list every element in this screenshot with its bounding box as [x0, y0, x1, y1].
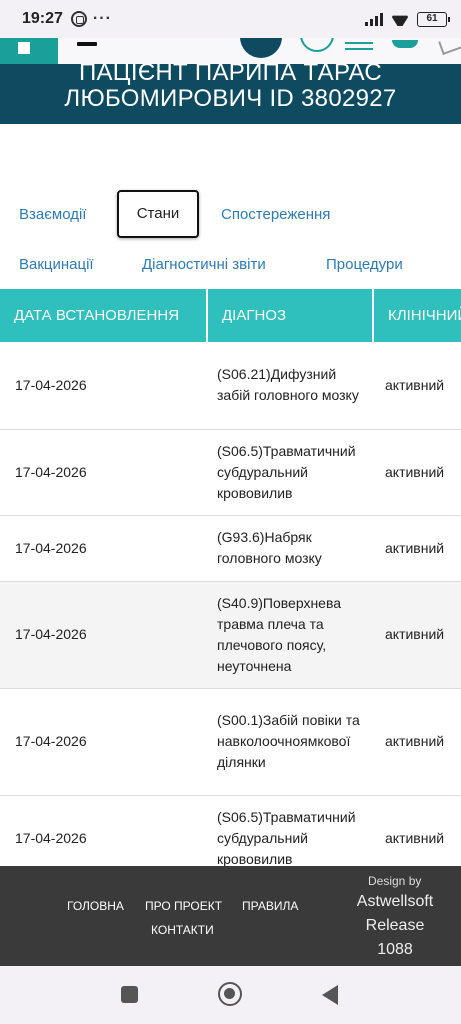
cell-status: активний [373, 795, 461, 866]
status-bar: 19:27 ··· 61 [0, 0, 461, 38]
cell-status: активний [373, 581, 461, 689]
home-icon[interactable] [218, 982, 242, 1006]
footer-link-home[interactable]: ГОЛОВНА [67, 899, 124, 913]
design-by-label: Design by [368, 874, 422, 888]
site-footer: ГОЛОВНА ПРО ПРОЕКТ ПРАВИЛА КОНТАКТИ Desi… [0, 866, 461, 966]
menu-icon[interactable] [77, 42, 97, 46]
tab-observations[interactable]: Спостереження [221, 206, 330, 223]
column-header-clinical-status[interactable]: КЛІНІЧНИЙ [373, 289, 461, 342]
cell-diagnosis: (S06.5)Травматичний субдуральний кровови… [207, 429, 373, 516]
signal-icon [365, 12, 383, 26]
patient-title-line2: ЛЮБОМИРОВИЧ ID 3802927 [64, 85, 397, 112]
patient-title: ПАЦІЄНТ ПАРИПА ТАРАС ЛЮБОМИРОВИЧ ID 3802… [0, 64, 461, 112]
conditions-table: ДАТА ВСТАНОВЛЕННЯ ДІАГНОЗ КЛІНІЧНИЙ 17-0… [0, 289, 461, 866]
more-notifications-icon: ··· [92, 10, 112, 27]
battery-icon: 61 [417, 11, 450, 27]
cell-diagnosis: (S40.9)Поверхнева травма плеча та плечов… [207, 581, 373, 689]
cell-diagnosis: (G93.6)Набряк головного мозку [207, 515, 373, 582]
cell-date: 17-04-2026 [0, 688, 207, 796]
pen-icon[interactable] [438, 38, 461, 55]
medical-cross-logo-icon[interactable] [0, 38, 58, 64]
cell-status: активний [373, 342, 461, 430]
cell-diagnosis: (S06.5)Травматичний субдуральний кровови… [207, 795, 373, 866]
tab-procedures[interactable]: Процедури [326, 256, 403, 273]
table-header-row: ДАТА ВСТАНОВЛЕННЯ ДІАГНОЗ КЛІНІЧНИЙ [0, 289, 461, 342]
table-row[interactable]: 17-04-2026 (S06.21)Дифузний забій головн… [0, 342, 461, 430]
bed-icon[interactable] [345, 42, 373, 50]
footer-link-rules[interactable]: ПРАВИЛА [242, 899, 298, 913]
cell-date: 17-04-2026 [0, 581, 207, 689]
table-row[interactable]: 17-04-2026 (G93.6)Набряк головного мозку… [0, 515, 461, 582]
user-account-icon[interactable] [240, 38, 282, 58]
clock-icon[interactable] [300, 38, 334, 52]
cell-status: активний [373, 429, 461, 516]
viber-icon [70, 11, 87, 27]
cell-date: 17-04-2026 [0, 515, 207, 582]
release-number: 1088 [377, 941, 413, 958]
tab-diagnostic-reports[interactable]: Діагностичні звіти [142, 256, 266, 273]
table-row[interactable]: 17-04-2026 (S06.5)Травматичний субдураль… [0, 795, 461, 866]
top-navigation [0, 38, 461, 64]
patient-banner: ПАЦІЄНТ ПАРИПА ТАРАС ЛЮБОМИРОВИЧ ID 3802… [0, 64, 461, 124]
back-icon[interactable] [322, 985, 338, 1005]
column-header-date[interactable]: ДАТА ВСТАНОВЛЕННЯ [0, 289, 208, 342]
release-label: Release [365, 917, 425, 934]
footer-link-contacts[interactable]: КОНТАКТИ [151, 923, 214, 937]
developer-name: Astwellsoft [356, 893, 434, 910]
tab-interactions[interactable]: Взаємодії [19, 206, 86, 223]
tab-conditions[interactable]: Стани [117, 190, 199, 238]
cell-diagnosis: (S00.1)Забій повіки та навколоочноямково… [207, 688, 373, 796]
cell-status: активний [373, 688, 461, 796]
column-header-diagnosis[interactable]: ДІАГНОЗ [207, 289, 374, 342]
status-time: 19:27 [22, 10, 63, 27]
cell-diagnosis: (S06.21)Дифузний забій головного мозку [207, 342, 373, 430]
table-row[interactable]: 17-04-2026 (S40.9)Поверхнева травма плеч… [0, 581, 461, 689]
cell-date: 17-04-2026 [0, 795, 207, 866]
wifi-icon [391, 12, 409, 26]
recent-apps-icon[interactable] [121, 986, 138, 1003]
patient-title-line1: ПАЦІЄНТ ПАРИПА ТАРАС [78, 64, 383, 86]
cell-date: 17-04-2026 [0, 342, 207, 430]
table-row[interactable]: 17-04-2026 (S00.1)Забій повіки та навкол… [0, 688, 461, 796]
footer-link-about[interactable]: ПРО ПРОЕКТ [145, 899, 222, 913]
cell-status: активний [373, 515, 461, 582]
cell-date: 17-04-2026 [0, 429, 207, 516]
system-navigation-bar [0, 966, 461, 1024]
stethoscope-icon[interactable] [392, 40, 418, 48]
table-row[interactable]: 17-04-2026 (S06.5)Травматичний субдураль… [0, 429, 461, 516]
tab-vaccinations[interactable]: Вакцинації [19, 256, 94, 273]
developer-credit: Astwellsoft Release 1088 [345, 890, 445, 962]
